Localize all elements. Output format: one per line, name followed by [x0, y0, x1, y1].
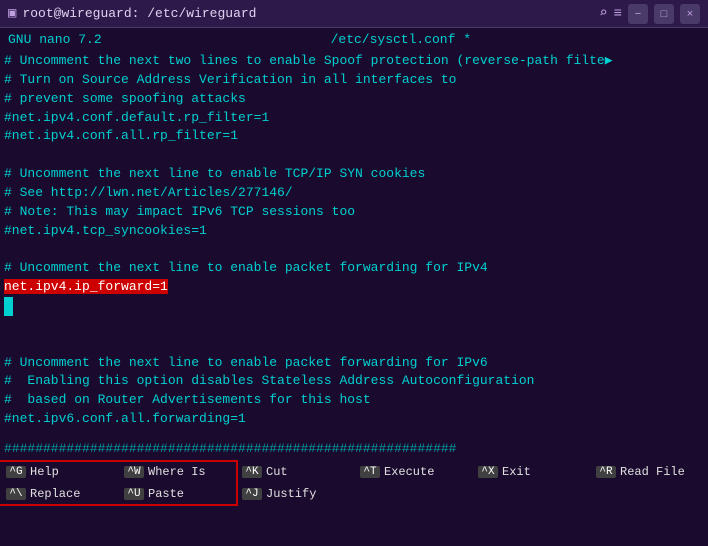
editor-line: #net.ipv4.tcp_syncookies=1 — [4, 222, 704, 241]
editor-line — [4, 146, 704, 165]
menu-icon[interactable]: ≡ — [614, 6, 622, 22]
shortcut-key-where-is: ^W — [124, 466, 144, 478]
shortcut-read-file[interactable]: ^R Read File — [590, 462, 708, 482]
shortcut-key-cut: ^K — [242, 466, 262, 478]
editor-line: #net.ipv6.conf.all.forwarding=1 — [4, 410, 704, 429]
shortcut-help[interactable]: ^G Help — [0, 462, 118, 482]
title-bar: ▣ root@wireguard: /etc/wireguard ⌕ ≡ − □… — [0, 0, 708, 28]
editor-area[interactable]: # Uncomment the next two lines to enable… — [0, 50, 708, 440]
editor-line: # Enabling this option disables Stateles… — [4, 372, 704, 391]
shortcut-bar: ^G Help ^W Where Is ^K Cut ^T Execute ^X… — [0, 458, 708, 506]
window-title: root@wireguard: /etc/wireguard — [22, 6, 256, 21]
shortcut-key-paste: ^U — [124, 488, 144, 500]
editor-line: # See http://lwn.net/Articles/277146/ — [4, 184, 704, 203]
editor-line: # Uncomment the next line to enable TCP/… — [4, 165, 704, 184]
maximize-button[interactable]: □ — [654, 4, 674, 24]
nano-version: GNU nano 7.2 — [8, 32, 102, 47]
shortcut-key-help: ^G — [6, 466, 26, 478]
shortcut-where-is[interactable]: ^W Where Is — [118, 462, 236, 482]
shortcut-label-read-file: Read File — [620, 465, 685, 479]
nano-header: GNU nano 7.2 /etc/sysctl.conf * — [0, 28, 708, 50]
shortcut-label-help: Help — [30, 465, 59, 479]
editor-line: # prevent some spoofing attacks — [4, 90, 704, 109]
shortcut-label-execute: Execute — [384, 465, 434, 479]
shortcut-key-exit: ^X — [478, 466, 498, 478]
shortcut-execute[interactable]: ^T Execute — [354, 462, 472, 482]
editor-line — [4, 240, 704, 259]
shortcut-label-cut: Cut — [266, 465, 288, 479]
shortcut-key-read-file: ^R — [596, 466, 616, 478]
shortcut-exit[interactable]: ^X Exit — [472, 462, 590, 482]
title-bar-left: ▣ root@wireguard: /etc/wireguard — [8, 5, 256, 22]
search-icon[interactable]: ⌕ — [599, 5, 607, 22]
shortcut-label-justify: Justify — [266, 487, 316, 501]
editor-line: # Uncomment the next line to enable pack… — [4, 259, 704, 278]
editor-line: # Note: This may impact IPv6 TCP session… — [4, 203, 704, 222]
shortcut-label-where-is: Where Is — [148, 465, 206, 479]
shortcut-key-replace: ^\ — [6, 488, 26, 500]
cursor-line — [4, 297, 704, 316]
shortcut-justify[interactable]: ^J Justify — [236, 484, 354, 504]
editor-line — [4, 316, 704, 335]
terminal-icon: ▣ — [8, 5, 16, 22]
editor-line: # based on Router Advertisements for thi… — [4, 391, 704, 410]
editor-line: #net.ipv4.conf.default.rp_filter=1 — [4, 109, 704, 128]
shortcut-replace[interactable]: ^\ Replace — [0, 484, 118, 504]
editor-line: net.ipv4.ip_forward=1 — [4, 278, 704, 297]
shortcut-label-replace: Replace — [30, 487, 80, 501]
shortcut-key-execute: ^T — [360, 466, 380, 478]
shortcut-label-exit: Exit — [502, 465, 531, 479]
editor-line: #net.ipv4.conf.all.rp_filter=1 — [4, 127, 704, 146]
editor-line: # Uncomment the next two lines to enable… — [4, 52, 704, 71]
editor-line — [4, 335, 704, 354]
minimize-button[interactable]: − — [628, 4, 648, 24]
hash-line: ########################################… — [0, 440, 708, 458]
editor-line: # Turn on Source Address Verification in… — [4, 71, 704, 90]
shortcut-label-paste: Paste — [148, 487, 184, 501]
close-button[interactable]: × — [680, 4, 700, 24]
shortcut-key-justify: ^J — [242, 488, 262, 500]
shortcut-cut[interactable]: ^K Cut — [236, 462, 354, 482]
editor-line: # Uncomment the next line to enable pack… — [4, 354, 704, 373]
file-name: /etc/sysctl.conf * — [331, 32, 471, 47]
shortcut-paste[interactable]: ^U Paste — [118, 484, 236, 504]
